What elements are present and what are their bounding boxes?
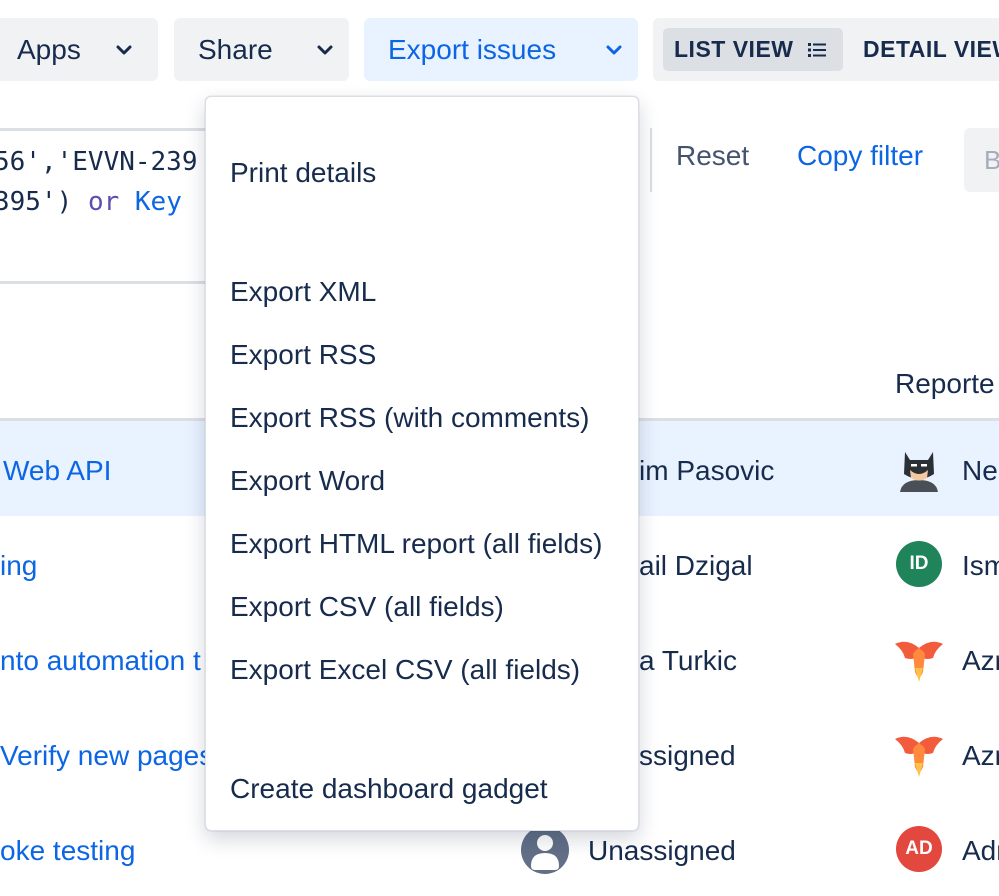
chevron-down-icon xyxy=(116,45,132,55)
list-icon xyxy=(807,42,826,57)
export-issues-menu: Print details Export XML Export RSS Expo… xyxy=(205,96,639,831)
avatar-initials: AD xyxy=(905,838,933,859)
menu-item-print-details[interactable]: Print details xyxy=(230,157,376,189)
menu-item-export-word[interactable]: Export Word xyxy=(230,465,385,497)
query-keyword: or xyxy=(87,187,120,217)
assignee-name: im Pasovic xyxy=(639,455,775,486)
chevron-down-icon xyxy=(317,45,333,55)
assignee-name: ssigned xyxy=(639,740,736,771)
partial-action-button[interactable]: B xyxy=(964,128,999,192)
view-toggle-group: LIST VIEW DETAIL VIEW xyxy=(653,18,999,81)
assignee-name: ail Dzigal xyxy=(639,550,753,581)
reporter-name: Azr xyxy=(962,740,999,771)
list-view-label: LIST VIEW xyxy=(674,36,794,62)
reporter-name: Ne xyxy=(962,455,998,486)
partial-action-label: B xyxy=(984,145,999,175)
menu-item-create-dashboard-gadget[interactable]: Create dashboard gadget xyxy=(230,773,548,805)
reset-button[interactable]: Reset xyxy=(676,140,749,172)
apps-button-label: Apps xyxy=(17,33,81,65)
reporter-name: Ism xyxy=(962,550,999,581)
avatar: AD xyxy=(896,826,942,872)
menu-item-export-html[interactable]: Export HTML report (all fields) xyxy=(230,528,602,560)
phoenix-avatar-icon xyxy=(895,641,943,682)
chevron-down-icon xyxy=(606,45,622,55)
avatar: ID xyxy=(896,541,942,587)
export-issues-button[interactable]: Export issues xyxy=(364,18,638,81)
reporter-name: Azr xyxy=(962,645,999,676)
issue-summary-link[interactable]: ing xyxy=(0,550,37,582)
share-button[interactable]: Share xyxy=(174,18,349,81)
menu-item-export-rss[interactable]: Export RSS xyxy=(230,339,376,371)
avatar-initials: ID xyxy=(909,553,929,574)
copy-filter-button[interactable]: Copy filter xyxy=(797,140,923,172)
issue-summary-link[interactable]: Web API xyxy=(3,455,111,487)
share-button-label: Share xyxy=(198,33,273,65)
detail-view-label: DETAIL VIEW xyxy=(863,36,999,62)
batman-avatar-icon xyxy=(900,452,938,492)
issue-summary-link[interactable]: oke testing xyxy=(0,835,135,867)
issue-summary-link[interactable]: nto automation t xyxy=(0,645,201,677)
divider xyxy=(650,128,652,192)
menu-item-export-excel-csv[interactable]: Export Excel CSV (all fields) xyxy=(230,654,580,686)
menu-item-export-csv[interactable]: Export CSV (all fields) xyxy=(230,591,504,623)
menu-item-export-rss-comments[interactable]: Export RSS (with comments) xyxy=(230,402,589,434)
query-value: 395') xyxy=(0,187,73,217)
detail-view-button[interactable]: DETAIL VIEW xyxy=(863,28,999,71)
column-header-reporter[interactable]: Reporte xyxy=(895,368,995,400)
query-line-1: 56','EVVN-239 xyxy=(0,147,198,177)
reporter-name: Adr xyxy=(962,835,999,866)
unassigned-user-icon xyxy=(521,826,569,874)
assignee-name: Unassigned xyxy=(588,835,736,866)
list-view-button[interactable]: LIST VIEW xyxy=(663,28,843,71)
export-issues-button-label: Export issues xyxy=(388,33,557,65)
query-line-2: 395') or Key xyxy=(0,187,182,217)
assignee-name: a Turkic xyxy=(639,645,738,676)
query-field: Key xyxy=(134,187,182,217)
menu-item-export-xml[interactable]: Export XML xyxy=(230,276,376,308)
apps-button[interactable]: Apps xyxy=(0,18,158,81)
issue-summary-link[interactable]: Verify new pages xyxy=(0,740,213,772)
jql-query-editor[interactable]: 56','EVVN-239 395') or Key xyxy=(0,128,214,284)
phoenix-avatar-icon xyxy=(895,736,943,777)
